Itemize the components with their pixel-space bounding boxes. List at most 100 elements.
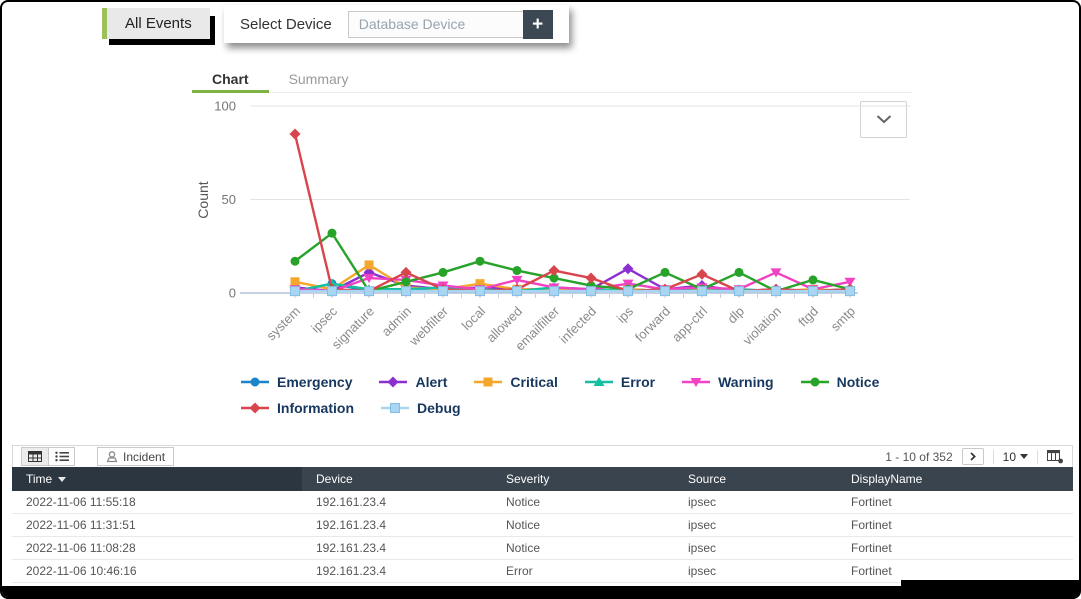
svg-text:local: local <box>459 303 489 333</box>
cell-device: 192.161.23.4 <box>316 495 387 509</box>
tab-summary[interactable]: Summary <box>269 64 369 92</box>
column-settings-icon[interactable] <box>1047 449 1064 464</box>
svg-text:admin: admin <box>378 304 414 340</box>
tab-chart[interactable]: Chart <box>192 64 269 93</box>
cell-display-name: Fortinet <box>851 564 892 578</box>
incident-stamp-icon <box>106 450 118 462</box>
svg-text:Count: Count <box>195 181 211 218</box>
pagination-range: 1 - 10 of 352 <box>885 449 953 464</box>
cell-time: 2022-11-06 11:31:51 <box>26 518 136 532</box>
legend-marker-icon <box>474 377 503 387</box>
legend-marker-icon <box>800 377 829 387</box>
table-view-button[interactable] <box>22 448 48 465</box>
events-line-chart: 0 50 100 Count system ipsec signature admin webf… <box>152 94 912 366</box>
view-toggle-group <box>21 447 75 466</box>
svg-text:50: 50 <box>222 192 236 207</box>
cell-source: ipsec <box>688 518 717 532</box>
column-header-severity[interactable]: Severity <box>492 467 674 491</box>
page-size-dropdown[interactable]: 10 <box>1003 450 1028 464</box>
svg-text:violation: violation <box>740 304 784 348</box>
sort-direction-icon <box>58 476 67 482</box>
legend-item-emergency[interactable]: Emergency <box>240 374 352 390</box>
legend-label: Critical <box>510 374 558 390</box>
legend-marker-icon <box>584 377 613 386</box>
legend-item-debug[interactable]: Debug <box>380 400 461 416</box>
column-header-label: DisplayName <box>851 472 923 486</box>
add-device-button[interactable]: + <box>522 9 553 39</box>
table-row[interactable]: 2022-11-06 11:31:51 192.161.23.4 Notice ips… <box>12 514 1073 537</box>
cell-device: 192.161.23.4 <box>316 541 387 555</box>
incident-button-label: Incident <box>123 449 166 464</box>
legend-label: Emergency <box>277 374 353 390</box>
next-page-button[interactable] <box>961 448 984 465</box>
list-view-button[interactable] <box>48 448 74 465</box>
svg-text:webfilter: webfilter <box>406 303 452 349</box>
legend-marker-icon <box>241 402 269 414</box>
cell-display-name: Fortinet <box>851 541 892 555</box>
svg-text:app-ctrl: app-ctrl <box>669 303 710 344</box>
legend-item-error[interactable]: Error <box>584 374 655 390</box>
page-size-caret-icon <box>1020 454 1028 459</box>
svg-text:dlp: dlp <box>724 304 747 327</box>
legend-item-alert[interactable]: Alert <box>378 374 447 390</box>
page-size-value: 10 <box>1002 449 1016 464</box>
column-header-displayname[interactable]: DisplayName <box>837 467 1073 491</box>
svg-text:0: 0 <box>229 286 236 301</box>
cell-device: 192.161.23.4 <box>316 564 387 578</box>
legend-item-notice[interactable]: Notice <box>800 374 880 390</box>
cell-source: ipsec <box>688 495 717 509</box>
cell-time: 2022-11-06 11:08:28 <box>26 541 136 555</box>
cell-display-name: Fortinet <box>851 518 892 532</box>
legend-item-critical[interactable]: Critical <box>473 374 558 390</box>
cell-time: 2022-11-06 10:46:16 <box>26 564 137 578</box>
pagination: 1 - 10 of 352 10 <box>885 448 1064 465</box>
chart-legend: Emergency Alert Critical Error Warning Notice… <box>240 374 960 426</box>
incident-button[interactable]: Incident <box>97 447 175 466</box>
table-toolbar: Incident 1 - 10 of 352 10 <box>12 445 1073 467</box>
column-header-label: Time <box>26 472 53 486</box>
column-header-source[interactable]: Source <box>674 467 837 491</box>
select-device-panel: Select Device + <box>224 5 569 43</box>
events-table-panel: Incident 1 - 10 of 352 10 Time Device Se… <box>12 445 1073 583</box>
legend-item-information[interactable]: Information <box>240 400 354 416</box>
svg-text:infected: infected <box>556 304 599 347</box>
legend-label: Debug <box>417 400 461 416</box>
legend-marker-icon <box>381 403 409 413</box>
device-input[interactable] <box>347 10 524 38</box>
table-row[interactable]: 2022-11-06 11:08:28 192.161.23.4 Notice ips… <box>12 537 1073 560</box>
legend-marker-icon <box>241 377 269 387</box>
column-header-device[interactable]: Device <box>302 467 492 491</box>
next-page-icon <box>970 452 976 461</box>
tab-all-events[interactable]: All Events <box>102 8 210 39</box>
legend-label: Information <box>277 400 354 416</box>
svg-text:100: 100 <box>214 99 236 114</box>
svg-text:ftgd: ftgd <box>795 304 821 330</box>
table-row[interactable]: 2022-11-06 11:55:18 192.161.23.4 Notice ips… <box>12 491 1073 514</box>
legend-marker-icon <box>379 376 408 388</box>
list-view-icon <box>54 451 69 462</box>
svg-text:system: system <box>263 304 303 344</box>
svg-text:ips: ips <box>614 303 637 326</box>
column-header-label: Device <box>316 472 353 486</box>
table-body: 2022-11-06 11:55:18 192.161.23.4 Notice ips… <box>12 491 1073 583</box>
window-bottom-edge-notch <box>901 580 1079 597</box>
cell-severity: Notice <box>506 518 541 532</box>
legend-label: Alert <box>415 374 448 390</box>
column-header-label: Source <box>688 472 727 486</box>
cell-severity: Notice <box>506 541 541 555</box>
legend-item-warning[interactable]: Warning <box>681 374 774 390</box>
column-header-time[interactable]: Time <box>12 467 302 491</box>
cell-device: 192.161.23.4 <box>316 518 387 532</box>
legend-label: Notice <box>836 374 880 390</box>
toolbar-separator <box>992 449 994 464</box>
chart-summary-tabs: Chart Summary <box>192 64 912 93</box>
table-header-row: Time Device Severity Source DisplayName <box>12 467 1073 491</box>
svg-text:smtp: smtp <box>828 304 859 335</box>
cell-severity: Notice <box>506 495 541 509</box>
legend-marker-icon <box>682 378 711 387</box>
cell-source: ipsec <box>688 541 717 555</box>
app-window: All Events Select Device + Chart Summary… <box>0 0 1081 599</box>
select-device-label: Select Device <box>240 15 332 33</box>
svg-text:ipsec: ipsec <box>308 303 340 335</box>
table-view-icon <box>28 451 42 462</box>
